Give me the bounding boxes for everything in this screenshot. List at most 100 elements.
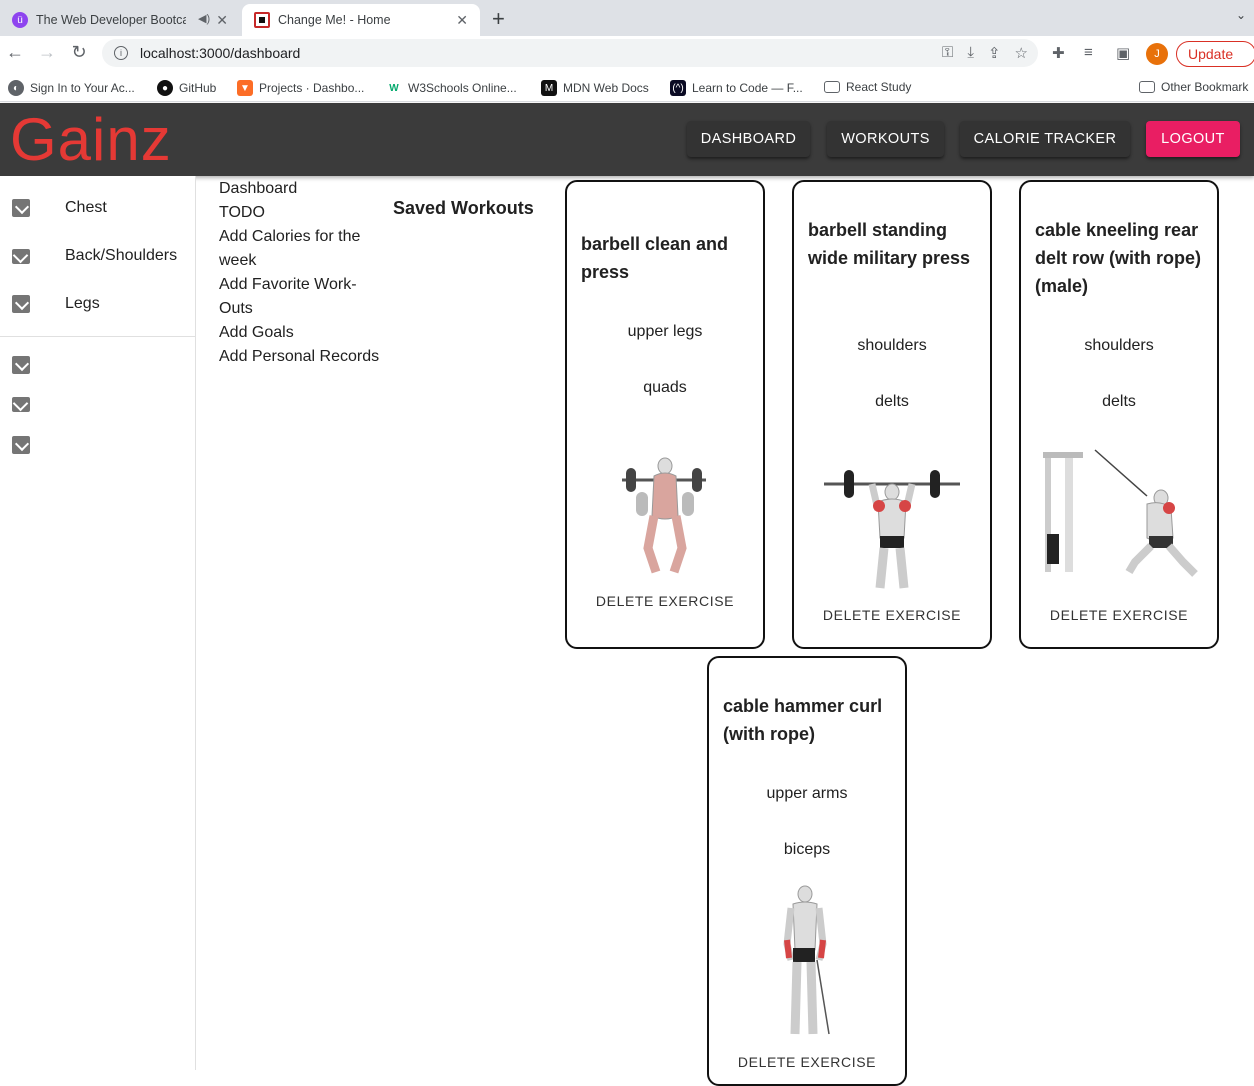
address-bar[interactable]: i localhost:3000/dashboard ⚿ ⤓ ⇪ ☆: [102, 39, 1038, 67]
browser-tab-active[interactable]: Change Me! - Home ✕: [242, 4, 480, 36]
browser-toolbar: ← → ↻ i localhost:3000/dashboard ⚿ ⤓ ⇪ ☆…: [0, 36, 1254, 72]
bookmark-item[interactable]: W W3Schools Online...: [386, 80, 516, 96]
exercise-name: barbell standing wide military press: [808, 220, 971, 268]
exercise-card: cable hammer curl (with rope) upper arms…: [707, 656, 907, 1086]
bookmark-label: GitHub: [179, 81, 217, 95]
sidebar-item-label: Back/Shoulders: [65, 247, 178, 264]
mdn-icon: M: [541, 80, 557, 96]
exercise-target: quads: [643, 379, 687, 396]
exercise-body-part: upper arms: [766, 785, 848, 802]
side-panel-icon[interactable]: ▣: [1116, 44, 1130, 62]
globe-icon: ◐: [8, 80, 24, 96]
tab-search-icon[interactable]: ⌄: [1236, 8, 1246, 22]
sidebar-item-chest[interactable]: Chest: [0, 184, 195, 232]
browser-tabstrip: ü The Web Developer Bootca ✕ ◀) Change M…: [0, 0, 1254, 36]
close-tab-icon[interactable]: ✕: [456, 12, 468, 29]
delete-exercise-button[interactable]: DELETE EXERCISE: [709, 1054, 905, 1070]
delete-exercise-button[interactable]: DELETE EXERCISE: [567, 593, 763, 609]
bookmark-star-icon[interactable]: ☆: [1015, 44, 1028, 62]
github-icon: ●: [157, 80, 173, 96]
update-label: Update: [1188, 46, 1234, 62]
site-favicon-icon: [254, 12, 270, 28]
bookmark-item[interactable]: (^) Learn to Code — F...: [670, 80, 803, 96]
saved-workouts-heading: Saved Workouts: [393, 198, 534, 218]
gitlab-icon: ▼: [237, 80, 253, 96]
calorie-tracker-button[interactable]: CALORIE TRACKER: [960, 121, 1130, 157]
speaker-icon[interactable]: ◀): [198, 12, 210, 25]
workouts-button[interactable]: WORKOUTS: [827, 121, 944, 157]
share-icon[interactable]: ⇪: [988, 44, 1001, 62]
sidebar-drawer: Chest Back/Shoulders Legs: [0, 176, 196, 1070]
back-icon[interactable]: ←: [3, 42, 27, 63]
install-icon[interactable]: ⤓: [967, 44, 974, 62]
bookmark-item[interactable]: M MDN Web Docs: [541, 80, 649, 96]
bookmark-item[interactable]: ▼ Projects · Dashbo...: [237, 80, 364, 96]
exercise-target: delts: [875, 393, 909, 410]
exercise-illustration: [622, 457, 706, 574]
sidebar-item-legs[interactable]: Legs: [0, 280, 195, 328]
drawer-divider: [0, 336, 195, 337]
mail-icon[interactable]: [12, 397, 30, 412]
todo-list: Dashboard TODO Add Calories for the week…: [219, 177, 389, 369]
new-tab-icon[interactable]: +: [492, 6, 505, 32]
exercise-body-part: shoulders: [1084, 337, 1154, 354]
exercise-target: biceps: [783, 841, 831, 858]
reload-icon[interactable]: ↻: [67, 42, 91, 63]
bookmark-label: React Study: [846, 80, 912, 94]
bookmark-label: Sign In to Your Ac...: [30, 81, 135, 95]
logout-button[interactable]: LOGOUT: [1146, 121, 1240, 157]
todo-item: Add Goals: [219, 324, 294, 341]
delete-exercise-button[interactable]: DELETE EXERCISE: [1021, 607, 1217, 623]
udemy-favicon-icon: ü: [12, 12, 28, 28]
key-icon[interactable]: ⚿: [942, 44, 953, 62]
todo-item: Add Personal Records: [219, 348, 380, 365]
forward-icon[interactable]: →: [35, 42, 59, 63]
todo-item: TODO: [219, 204, 265, 221]
mail-icon: [12, 248, 30, 264]
site-info-icon[interactable]: i: [114, 46, 128, 60]
tab-title: The Web Developer Bootca: [36, 13, 186, 27]
bookmark-label: MDN Web Docs: [563, 81, 649, 95]
sidebar-item-label: Legs: [65, 295, 100, 312]
bookmark-label: Learn to Code — F...: [692, 81, 803, 95]
folder-icon: [824, 81, 840, 93]
inbox-icon[interactable]: [12, 356, 30, 374]
app-header: Gainz DASHBOARD WORKOUTS CALORIE TRACKER…: [0, 103, 1254, 176]
extensions-icon[interactable]: ✚: [1052, 44, 1065, 62]
sidebar-item-back-shoulders[interactable]: Back/Shoulders: [0, 232, 195, 280]
exercise-name: cable hammer curl (with rope): [723, 696, 883, 744]
url-text[interactable]: localhost:3000/dashboard: [140, 45, 300, 61]
todo-item: Dashboard: [219, 180, 298, 197]
update-button[interactable]: Update: [1176, 41, 1254, 67]
w3schools-icon: W: [389, 82, 399, 94]
media-icon[interactable]: ≡: [1084, 44, 1093, 61]
close-tab-icon[interactable]: ✕: [216, 12, 228, 29]
exercise-card: barbell standing wide military press sho…: [792, 180, 992, 649]
bookmark-folder[interactable]: React Study: [824, 80, 911, 94]
dashboard-button[interactable]: DASHBOARD: [687, 121, 810, 157]
exercise-target: delts: [1102, 393, 1136, 410]
app-logo[interactable]: Gainz: [10, 105, 172, 174]
exercise-name: cable kneeling rear delt row (with rope)…: [1035, 220, 1201, 296]
todo-item: Add Favorite Work-Outs: [219, 276, 357, 317]
exercise-card: barbell clean and press upper legs quads…: [565, 180, 765, 649]
other-bookmarks-folder[interactable]: Other Bookmark: [1139, 80, 1248, 94]
exercise-illustration: [783, 885, 830, 1035]
exercise-name: barbell clean and press: [581, 234, 729, 282]
bookmark-item[interactable]: ◐ Sign In to Your Ac...: [8, 80, 135, 96]
inbox-icon: [12, 295, 30, 313]
bookmark-label: Other Bookmark: [1161, 80, 1249, 94]
exercise-body-part: shoulders: [857, 337, 927, 354]
exercise-illustration: [824, 470, 960, 589]
profile-avatar[interactable]: J: [1146, 43, 1168, 65]
folder-icon: [1139, 81, 1155, 93]
exercise-illustration: [1043, 449, 1198, 577]
bookmark-item[interactable]: ● GitHub: [157, 80, 216, 96]
todo-item: Add Calories for the week: [219, 228, 361, 269]
delete-exercise-button[interactable]: DELETE EXERCISE: [794, 607, 990, 623]
inbox-icon[interactable]: [12, 436, 30, 454]
tab-title: Change Me! - Home: [278, 13, 391, 27]
bookmarks-bar: ◐ Sign In to Your Ac... ● GitHub ▼ Projects…: [0, 72, 1254, 102]
exercise-card: cable kneeling rear delt row (with rope)…: [1019, 180, 1219, 649]
freecodecamp-icon: (^): [670, 80, 686, 96]
